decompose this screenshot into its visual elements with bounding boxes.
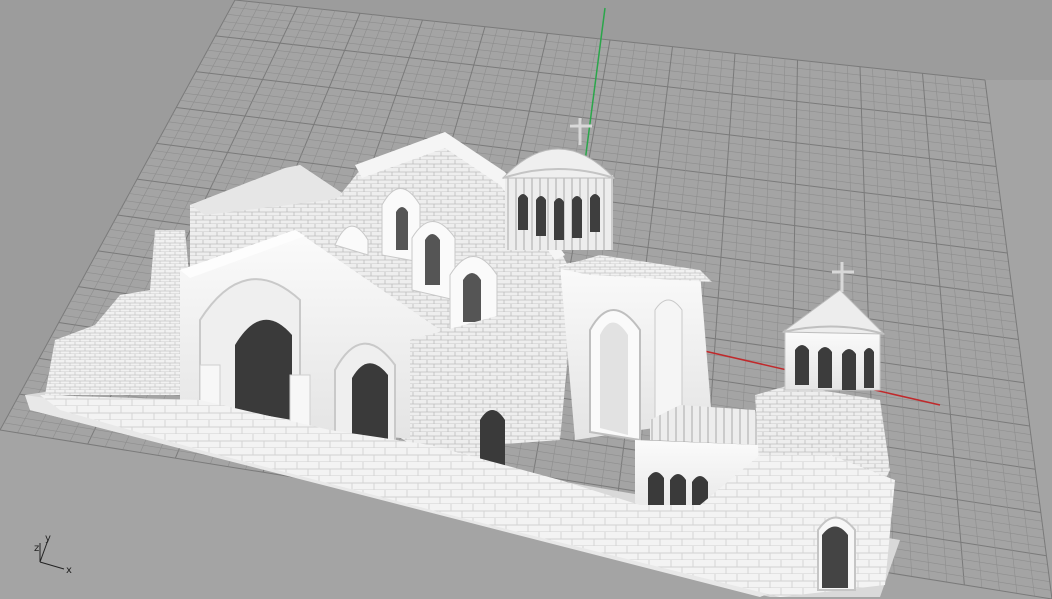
axis-x-label: x xyxy=(66,565,72,576)
axis-y-label: y xyxy=(45,533,51,544)
main-dome xyxy=(501,148,616,250)
axis-z-label: z xyxy=(34,543,39,554)
viewport-canvas[interactable]: x y z xyxy=(0,0,1052,599)
perspective-viewport[interactable]: x y z xyxy=(0,0,1052,599)
